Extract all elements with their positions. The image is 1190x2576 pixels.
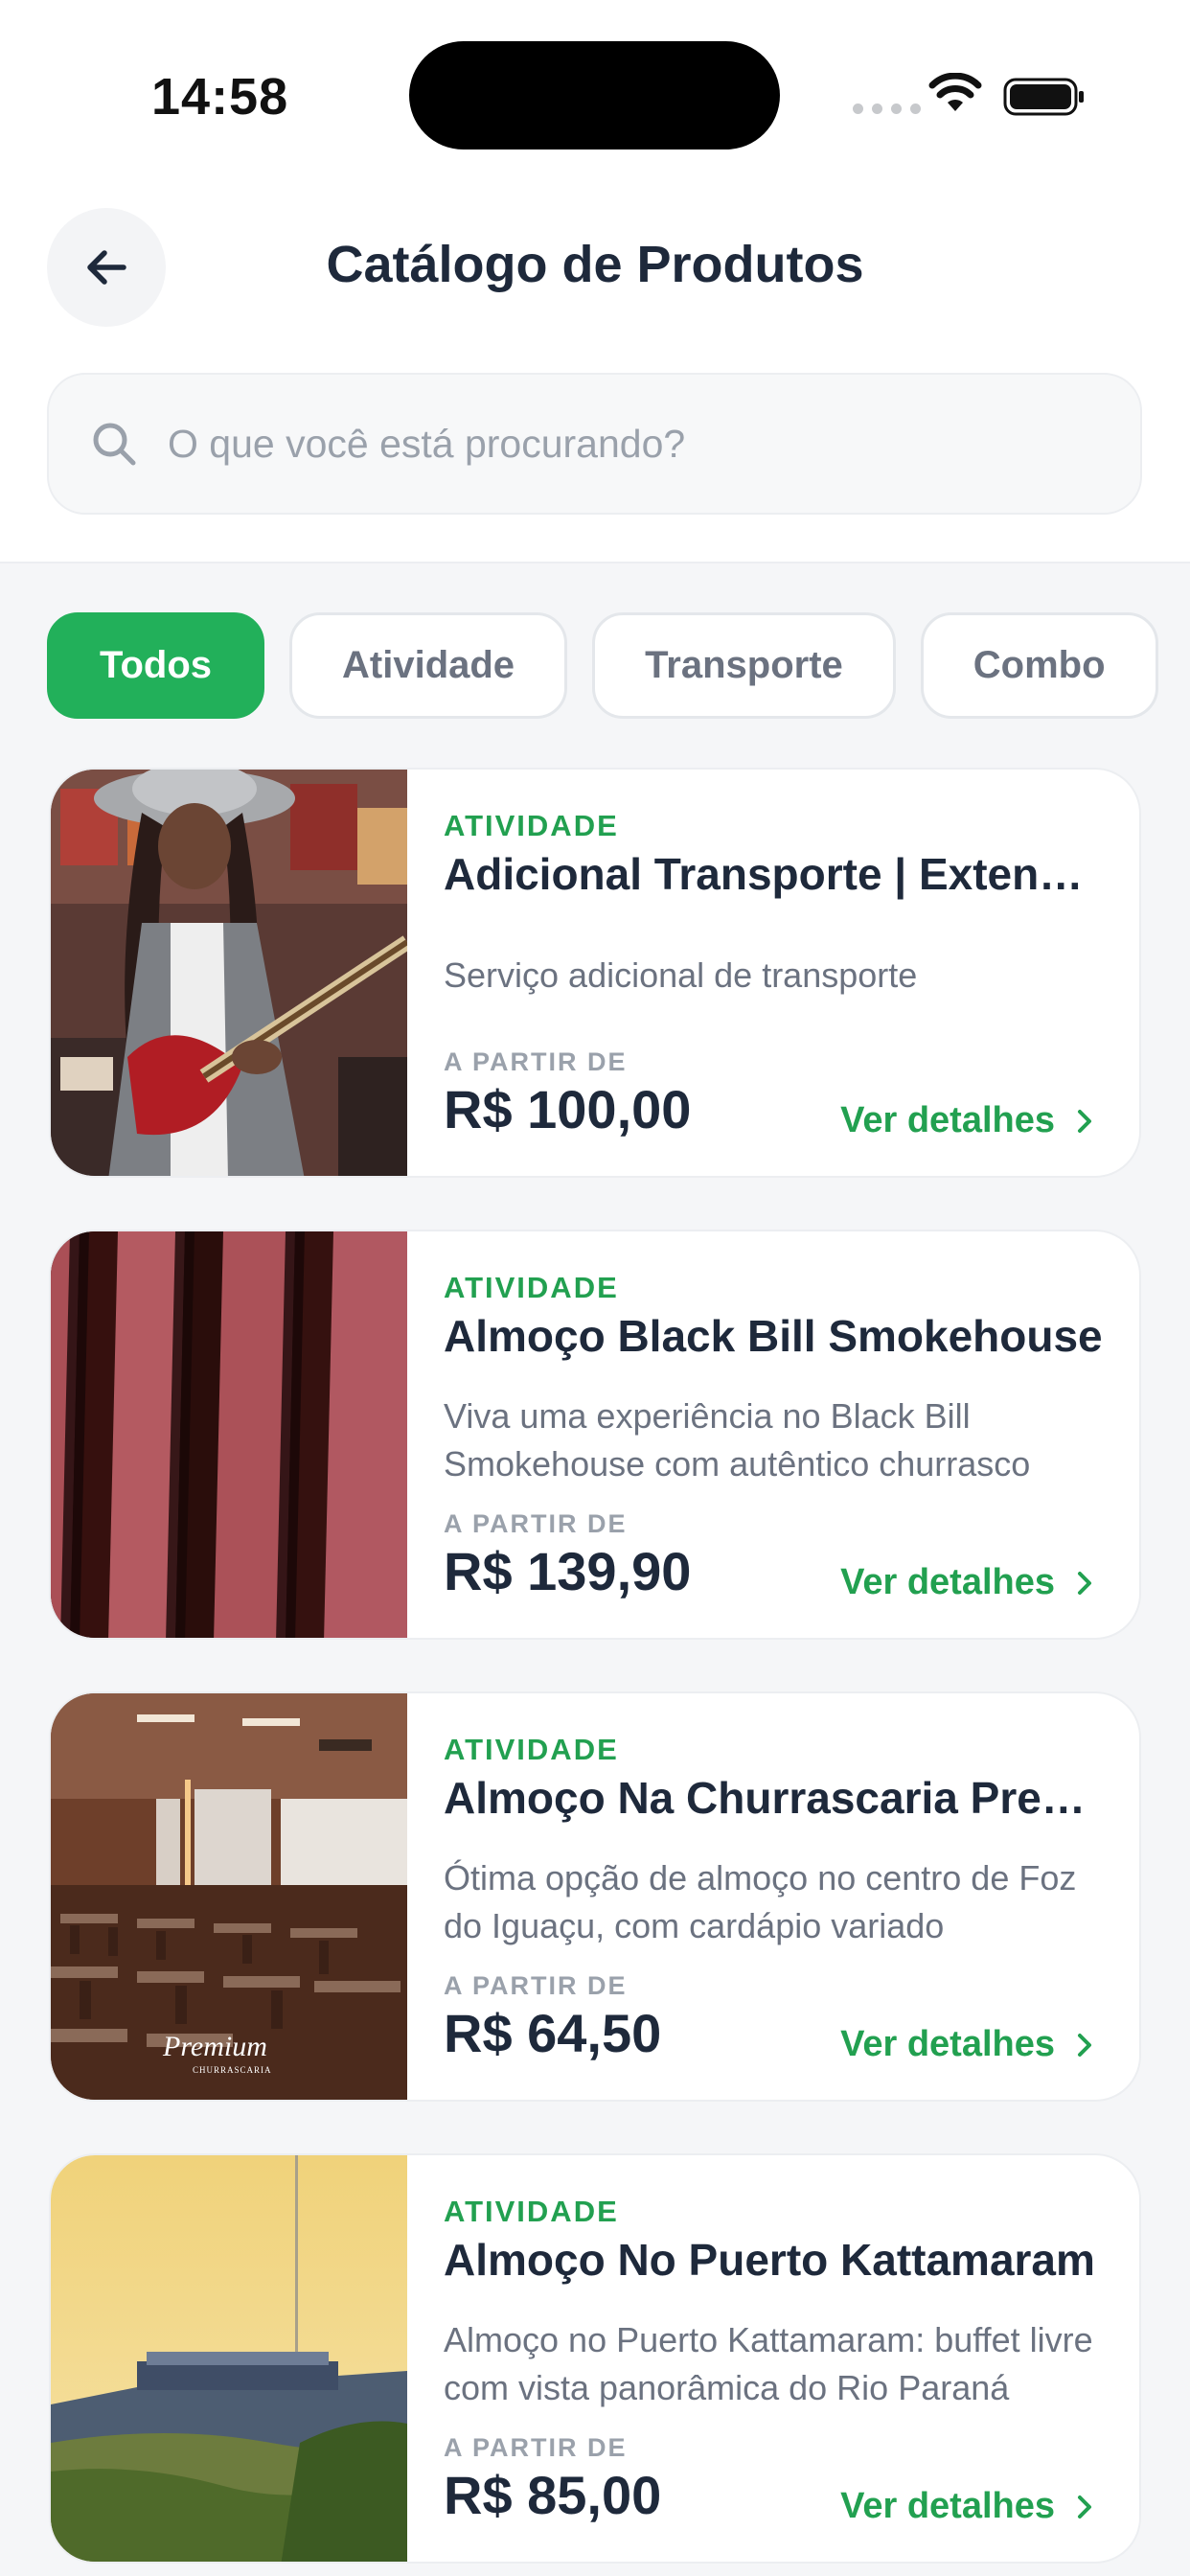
product-title: Almoço Na Churrascaria Premium <box>444 1773 1105 1823</box>
search-icon <box>93 423 136 466</box>
price-prefix: A PARTIR DE <box>444 1509 628 1538</box>
product-card[interactable]: ATIVIDADE Almoço Black Bill Smokehouse V… <box>49 1230 1141 1640</box>
view-details-link[interactable]: Ver detalhes <box>840 2486 1101 2527</box>
product-info: ATIVIDADE Almoço Na Churrascaria Premium… <box>444 1693 1105 2100</box>
product-price: R$ 100,00 <box>444 1079 692 1139</box>
product-title: Almoço Black Bill Smokehouse <box>444 1311 1103 1361</box>
status-time: 14:58 <box>151 68 289 126</box>
product-info: ATIVIDADE Adicional Transporte | Extensã… <box>444 770 1105 1176</box>
premium-logo-script: Premium <box>162 2031 267 2062</box>
search-box[interactable] <box>47 373 1142 515</box>
product-price: R$ 64,50 <box>444 2003 662 2063</box>
product-card[interactable]: Premium CHURRASCARIA ATIVIDADE Almoço Na… <box>49 1691 1141 2102</box>
price-prefix: A PARTIR DE <box>444 1971 628 2000</box>
view-details-link[interactable]: Ver detalhes <box>840 2024 1101 2065</box>
product-description: Viva uma experiência no Black Bill Smoke… <box>444 1396 1031 1484</box>
battery-icon <box>1003 78 1084 116</box>
cellular-signal-icon <box>853 104 921 114</box>
product-info: ATIVIDADE Almoço Black Bill Smokehouse V… <box>444 1231 1103 1638</box>
chevron-right-icon <box>1078 2033 1091 2057</box>
product-category: ATIVIDADE <box>444 2195 619 2228</box>
product-price: R$ 139,90 <box>444 1541 692 1601</box>
view-details-label: Ver detalhes <box>840 1562 1055 1602</box>
category-filter-bar: Todos Atividade Transporte Combo <box>47 612 1190 719</box>
chip-transporte[interactable]: Transporte <box>592 612 896 719</box>
wifi-icon <box>928 73 982 111</box>
product-title: Almoço No Puerto Kattamaram <box>444 2235 1095 2285</box>
dynamic-island <box>409 41 780 150</box>
restaurant-dining-room-photo: Premium CHURRASCARIA <box>51 1693 407 2100</box>
sliced-brisket-photo <box>51 1231 407 1638</box>
product-category: ATIVIDADE <box>444 809 619 842</box>
chevron-right-icon <box>1078 1109 1091 1133</box>
product-image: Premium CHURRASCARIA <box>51 1693 407 2100</box>
price-prefix: A PARTIR DE <box>444 2433 628 2462</box>
premium-logo-caption: CHURRASCARIA <box>193 2065 272 2075</box>
view-details-label: Ver detalhes <box>840 2486 1055 2526</box>
product-card[interactable]: ATIVIDADE Almoço No Puerto Kattamaram Al… <box>49 2153 1141 2564</box>
product-image <box>51 1231 407 1638</box>
status-bar: 14:58 <box>0 0 1190 172</box>
page-title: Catálogo de Produtos <box>326 236 864 293</box>
product-card[interactable]: ATIVIDADE Adicional Transporte | Extensã… <box>49 768 1141 1178</box>
chip-combo[interactable]: Combo <box>920 612 1158 719</box>
product-description: Serviço adicional de transporte <box>444 955 918 995</box>
search-input[interactable] <box>168 421 1107 467</box>
view-details-link[interactable]: Ver detalhes <box>840 1562 1101 1603</box>
view-details-label: Ver detalhes <box>840 2024 1055 2064</box>
chip-todos[interactable]: Todos <box>47 612 265 719</box>
product-image <box>51 770 407 1176</box>
product-image <box>51 2155 407 2562</box>
chevron-right-icon <box>1078 2495 1091 2518</box>
product-title: Adicional Transporte | Extensão <box>444 849 1105 899</box>
product-category: ATIVIDADE <box>444 1733 619 1766</box>
header: Catálogo de Produtos <box>0 172 1190 564</box>
product-info: ATIVIDADE Almoço No Puerto Kattamaram Al… <box>444 2155 1101 2562</box>
product-list: ATIVIDADE Adicional Transporte | Extensã… <box>49 768 1141 2576</box>
price-prefix: A PARTIR DE <box>444 1047 628 1076</box>
product-category: ATIVIDADE <box>444 1271 619 1304</box>
product-description: Ótima opção de almoço no centro de Foz d… <box>444 1858 1077 1945</box>
view-details-link[interactable]: Ver detalhes <box>840 1100 1101 1141</box>
riverside-venue-photo <box>51 2155 407 2562</box>
woman-playing-guitar-photo <box>51 770 407 1176</box>
view-details-label: Ver detalhes <box>840 1100 1055 1140</box>
chevron-right-icon <box>1078 1571 1091 1595</box>
chip-atividade[interactable]: Atividade <box>289 612 568 719</box>
product-description: Almoço no Puerto Kattamaram: buffet livr… <box>444 2320 1093 2407</box>
product-price: R$ 85,00 <box>444 2465 662 2525</box>
